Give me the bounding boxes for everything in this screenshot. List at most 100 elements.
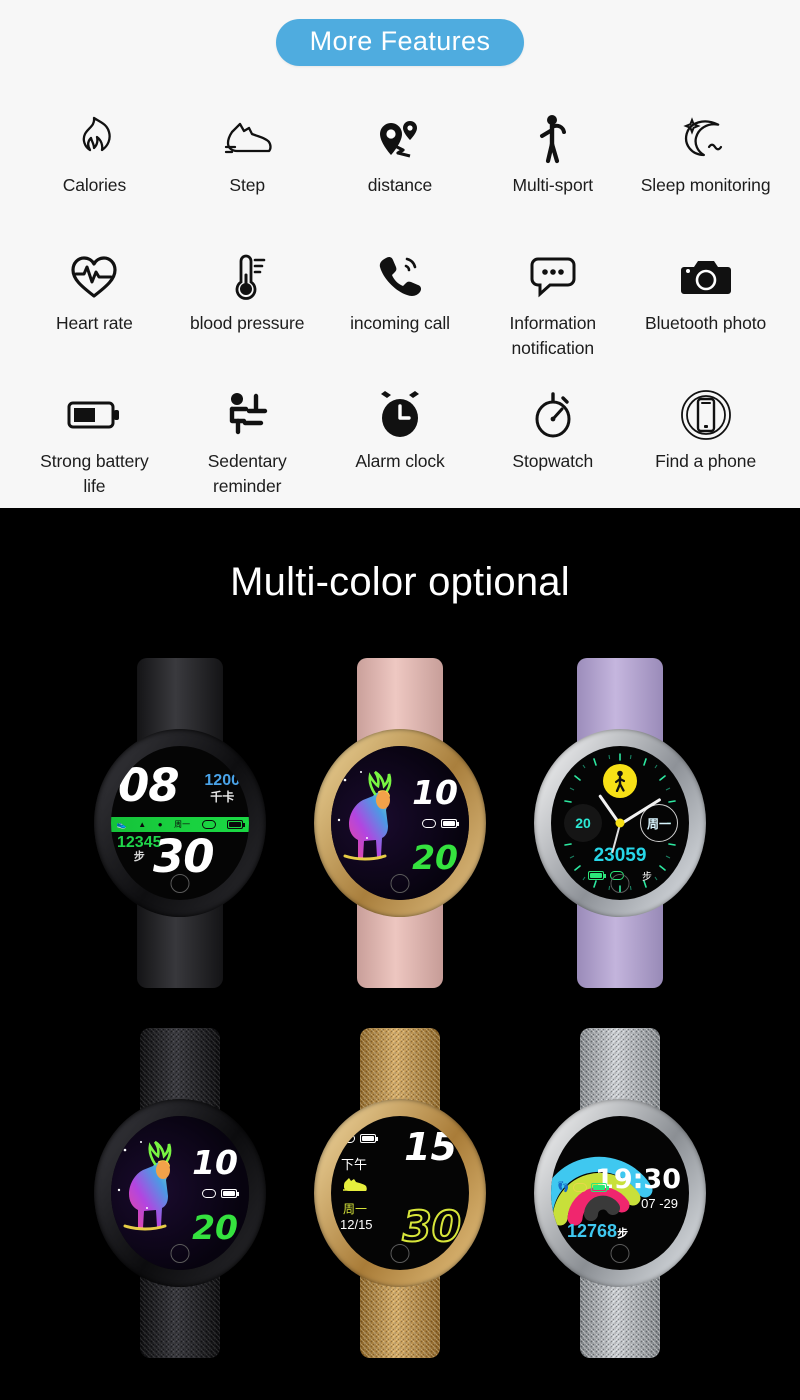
watch-home-button[interactable]	[390, 874, 410, 893]
battery-glyph	[221, 1189, 239, 1198]
chat-bubble-icon	[528, 243, 578, 311]
more-features-section: More Features Calories Step distance Mul…	[0, 0, 800, 508]
feature-item-step[interactable]: Step	[171, 105, 324, 235]
watch-subdial-left: 20	[564, 804, 602, 842]
shoe-icon	[221, 105, 273, 173]
feature-label: Stopwatch	[512, 451, 594, 471]
feature-label: incoming call	[350, 313, 450, 333]
watch-minute: 30	[402, 1202, 462, 1251]
feature-item-calories[interactable]: Calories	[18, 105, 171, 235]
feature-label: Heart rate	[55, 313, 133, 333]
feature-label: Information notification	[509, 313, 597, 359]
feature-item-bluetooth-photo[interactable]: Bluetooth photo	[629, 243, 782, 373]
feature-item-alarm-clock[interactable]: Alarm clock	[324, 381, 477, 511]
watch-cell[interactable]: 10 20	[70, 1008, 290, 1378]
heart-pulse-icon	[69, 243, 119, 311]
watch-screen: 08 1200 千卡 👟 ▲ ● 周一 12345 步 30	[111, 746, 249, 900]
shoe-glyph: 👟	[116, 820, 127, 829]
flame-glyph: ▲	[138, 820, 147, 829]
flame-icon	[72, 105, 116, 173]
feature-item-information-notification[interactable]: Information notification	[476, 243, 629, 373]
multi-color-title: Multi-color optional	[230, 560, 570, 604]
watch-status-icons	[422, 819, 459, 828]
product-feature-page: More Features Calories Step distance Mul…	[0, 0, 800, 1400]
watch-minute: 20	[192, 1208, 238, 1247]
watch-screen: 10 20	[331, 746, 469, 900]
watch-steps-value: 12768	[567, 1221, 618, 1241]
watch-weekday: 周一	[174, 820, 191, 829]
watch-minute: 20	[412, 838, 458, 877]
find-phone-icon	[680, 381, 732, 449]
watch-steps: 12768步	[567, 1221, 628, 1242]
watch-status-icons	[202, 1189, 239, 1198]
camera-icon	[680, 243, 732, 311]
multi-color-section: Multi-color optional 08 1200 千卡 👟 ▲ ● 周一…	[0, 508, 800, 1400]
watch-weekday: 周一	[343, 1202, 368, 1216]
watch-calories-unit: 千卡	[210, 790, 235, 804]
feature-label: Multi-sport	[512, 175, 594, 195]
pink-silicone-gold-watch[interactable]: 10 20	[305, 658, 495, 988]
watch-date: 07 -29	[641, 1196, 678, 1211]
watch-cell[interactable]: 15 下午 周一 12/15 30	[290, 1008, 510, 1378]
alarm-clock-icon	[375, 381, 425, 449]
thermometer-icon	[225, 243, 269, 311]
feature-item-find-a-phone[interactable]: Find a phone	[629, 381, 782, 511]
map-pins-icon	[375, 105, 425, 173]
watch-screen: 19:30 07 -29 👣 12768步	[551, 1116, 689, 1270]
battery-icon	[67, 381, 121, 449]
watch-status-icons	[341, 1134, 378, 1143]
battery-glyph	[360, 1134, 378, 1143]
watch-calories-value: 1200	[204, 772, 240, 789]
feature-item-sedentary-reminder[interactable]: Sedentary reminder	[171, 381, 324, 511]
black-silicone-watch[interactable]: 08 1200 千卡 👟 ▲ ● 周一 12345 步 30	[85, 658, 275, 988]
feature-label: Strong battery life	[40, 451, 149, 497]
feature-item-sleep-monitoring[interactable]: Sleep monitoring	[629, 105, 782, 235]
silver-mesh-watch[interactable]: 19:30 07 -29 👣 12768步	[525, 1028, 715, 1358]
battery-glyph	[441, 819, 459, 828]
bluetooth-glyph	[341, 1134, 355, 1143]
watch-case: 19:30 07 -29 👣 12768步	[534, 1099, 706, 1287]
watch-home-button[interactable]	[610, 1244, 630, 1263]
feature-item-strong-battery-life[interactable]: Strong battery life	[18, 381, 171, 511]
watch-hour: 10	[192, 1143, 238, 1182]
stopwatch-icon	[531, 381, 575, 449]
watch-cell[interactable]: 10 20	[290, 638, 510, 1008]
bluetooth-glyph	[573, 1183, 588, 1192]
feature-item-stopwatch[interactable]: Stopwatch	[476, 381, 629, 511]
watch-color-grid: 08 1200 千卡 👟 ▲ ● 周一 12345 步 30 10 20 20 …	[0, 638, 800, 1378]
features-title-wrap: More Features	[0, 0, 800, 66]
footprints-icon: 👣	[557, 1182, 570, 1193]
bluetooth-glyph	[422, 819, 436, 828]
watch-ampm: 下午	[341, 1157, 368, 1172]
lilac-silicone-silver-watch[interactable]: 20 周一 23059 步	[525, 658, 715, 988]
watch-steps-unit: 步	[642, 872, 652, 883]
watch-case: 10 20	[94, 1099, 266, 1287]
watch-steps-unit: 步	[617, 1228, 629, 1240]
watch-home-button[interactable]	[610, 874, 630, 893]
feature-item-distance[interactable]: distance	[324, 105, 477, 235]
watch-home-button[interactable]	[390, 1244, 410, 1263]
drop-glyph: ●	[157, 820, 163, 829]
bluetooth-glyph	[201, 820, 216, 829]
watch-cell[interactable]: 19:30 07 -29 👣 12768步	[510, 1008, 730, 1378]
gold-mesh-watch[interactable]: 15 下午 周一 12/15 30	[305, 1028, 495, 1358]
watch-hour: 10	[412, 773, 458, 812]
watch-cell[interactable]: 08 1200 千卡 👟 ▲ ● 周一 12345 步 30	[70, 638, 290, 1008]
feature-item-multi-sport[interactable]: Multi-sport	[476, 105, 629, 235]
battery-glyph	[591, 1183, 610, 1192]
watch-case: 08 1200 千卡 👟 ▲ ● 周一 12345 步 30	[94, 729, 266, 917]
watch-calories: 1200 千卡	[204, 772, 240, 804]
watch-screen: 15 下午 周一 12/15 30	[331, 1116, 469, 1270]
feature-item-incoming-call[interactable]: incoming call	[324, 243, 477, 373]
watch-home-button[interactable]	[170, 874, 190, 893]
feature-item-blood-pressure[interactable]: blood pressure	[171, 243, 324, 373]
watch-cell[interactable]: 20 周一 23059 步	[510, 638, 730, 1008]
watch-home-button[interactable]	[170, 1244, 190, 1263]
black-mesh-watch[interactable]: 10 20	[85, 1028, 275, 1358]
features-grid: Calories Step distance Multi-sport Sleep…	[18, 105, 782, 511]
feature-label: blood pressure	[190, 313, 305, 333]
watch-status-icons: 👣	[557, 1182, 610, 1193]
feature-item-heart-rate[interactable]: Heart rate	[18, 243, 171, 373]
feature-label: Find a phone	[655, 451, 757, 471]
watch-hand-pivot	[615, 818, 625, 828]
